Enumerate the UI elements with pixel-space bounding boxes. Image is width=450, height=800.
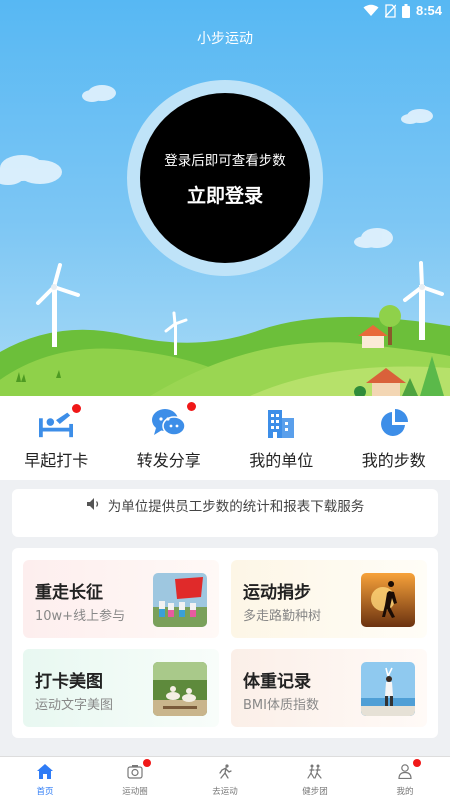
shortcut-label: 转发分享 <box>136 451 201 470</box>
notice-banner[interactable]: 为单位提供员工步数的统计和报表下载服务 <box>12 489 438 537</box>
feature-title: 打卡美图 <box>35 672 103 692</box>
run-icon <box>217 764 233 783</box>
flag-team-photo <box>153 573 207 627</box>
runner-sunset-photo <box>361 573 415 627</box>
seaside-stretch-photo <box>361 662 415 716</box>
status-time: 8:54 <box>415 3 442 18</box>
app-title: 小步运动 <box>197 31 253 47</box>
battery-icon <box>401 3 410 18</box>
feature-panel: 重走长征 10w+线上参与 运动捐步 多走路勤种树 打卡美图 运动文字美图 体重… <box>12 548 438 738</box>
hero-banner: 小步运动 登录后即可查看步数 立即登录 <box>0 0 450 396</box>
feature-card-weight-record[interactable]: 体重记录 BMI体质指数 <box>231 649 427 727</box>
login-hint: 登录后即可查看步数 <box>164 152 286 169</box>
feature-subtitle: BMI体质指数 <box>243 698 319 713</box>
tab-home[interactable]: 首页 <box>0 757 90 800</box>
wifi-icon <box>363 4 379 17</box>
shortcut-my-unit[interactable]: 我的单位 <box>225 396 338 480</box>
feature-subtitle: 运动文字美图 <box>35 698 114 713</box>
chat-icon <box>151 402 196 440</box>
no-sim-icon <box>384 3 396 18</box>
badge-dot <box>72 404 82 413</box>
notice-text: 为单位提供员工步数的统计和报表下载服务 <box>107 499 365 515</box>
feature-subtitle: 多走路勤种树 <box>243 609 322 624</box>
shortcut-label: 我的单位 <box>249 451 314 470</box>
bottom-tab-bar: 首页 运动圈 去运动 健步团 我的 <box>0 756 450 800</box>
tab-label: 我的 <box>396 787 414 797</box>
park-yoga-photo <box>153 662 207 716</box>
shortcut-label: 我的步数 <box>361 451 426 470</box>
feature-title: 体重记录 <box>243 672 311 692</box>
group-run-icon <box>306 764 324 783</box>
shortcut-my-steps[interactable]: 我的步数 <box>338 396 450 480</box>
pie-chart-icon <box>377 406 411 440</box>
person-icon <box>397 759 421 783</box>
login-circle[interactable]: 登录后即可查看步数 立即登录 <box>140 93 310 263</box>
status-icons: 8:54 <box>363 3 442 18</box>
login-button[interactable]: 立即登录 <box>187 181 263 208</box>
bed-icon <box>39 404 82 440</box>
feature-title: 运动捐步 <box>243 583 311 603</box>
badge-dot <box>186 402 196 411</box>
shortcut-grid: 早起打卡 转发分享 我的单位 我的步数 <box>0 396 450 480</box>
tab-walking-group[interactable]: 健步团 <box>270 757 360 800</box>
shortcut-share[interactable]: 转发分享 <box>113 396 226 480</box>
feature-subtitle: 10w+线上参与 <box>35 609 126 624</box>
shortcut-label: 早起打卡 <box>24 451 89 470</box>
tab-label: 去运动 <box>212 787 238 797</box>
badge-dot <box>413 759 421 767</box>
tab-label: 首页 <box>36 787 54 797</box>
speaker-icon <box>86 496 102 515</box>
tab-go-exercise[interactable]: 去运动 <box>180 757 270 800</box>
tab-sport-circle[interactable]: 运动圈 <box>90 757 180 800</box>
feature-card-checkin-photo[interactable]: 打卡美图 运动文字美图 <box>23 649 219 727</box>
camera-icon <box>127 759 151 783</box>
tab-mine[interactable]: 我的 <box>360 757 450 800</box>
feature-title: 重走长征 <box>35 583 103 603</box>
feature-card-long-march[interactable]: 重走长征 10w+线上参与 <box>23 560 219 638</box>
home-icon <box>37 764 53 783</box>
badge-dot <box>143 759 151 767</box>
shortcut-morning-checkin[interactable]: 早起打卡 <box>0 396 113 480</box>
feature-card-step-donation[interactable]: 运动捐步 多走路勤种树 <box>231 560 427 638</box>
building-icon <box>264 406 298 440</box>
tab-label: 运动圈 <box>122 787 148 797</box>
status-bar: 8:54 <box>0 0 450 22</box>
tab-label: 健步团 <box>302 787 328 797</box>
